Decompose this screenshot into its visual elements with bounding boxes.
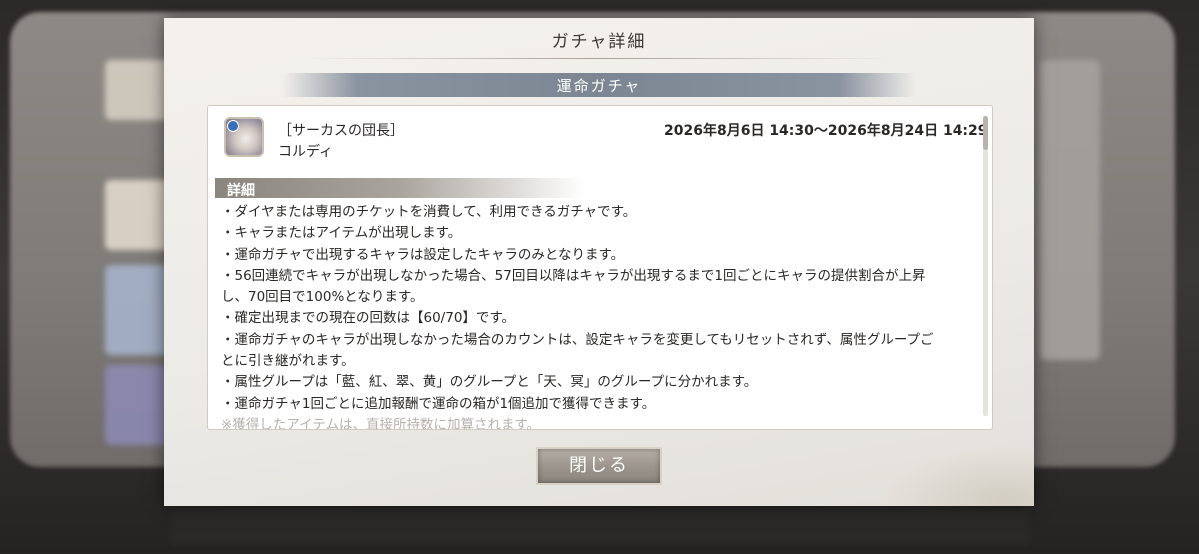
character-name: コルディ bbox=[278, 144, 334, 160]
background-nav-bar bbox=[170, 505, 1030, 545]
detail-line: ・運命ガチャで出現するキャラは設定したキャラのみとなります。 bbox=[221, 246, 625, 263]
attribute-badge-icon bbox=[227, 120, 239, 132]
character-portrait bbox=[224, 117, 264, 157]
detail-line: ・ダイヤまたは専用のチケットを消費して、利用できるガチャです。 bbox=[221, 204, 637, 220]
dialog-title: ガチャ詳細 bbox=[551, 32, 647, 52]
title-divider bbox=[304, 58, 894, 59]
detail-text: ・ダイヤまたは専用のチケットを消費して、利用できるガチャです。 ・キャラまたはア… bbox=[221, 202, 966, 430]
detail-line: ・キャラまたはアイテムが出現します。 bbox=[221, 225, 462, 242]
background-card bbox=[1040, 60, 1100, 360]
scrollbar[interactable] bbox=[983, 116, 988, 416]
detail-line: ※獲得したアイテムは、直接所持数に加算されます。 bbox=[221, 416, 541, 430]
detail-line: ・56回連続でキャラが出現しなかった場合、57回目以降はキャラが出現するまで1回… bbox=[221, 267, 926, 284]
detail-section-label: 詳細 bbox=[227, 183, 255, 199]
detail-line: し、70回目で100%となります。 bbox=[221, 289, 424, 306]
scrollbar-thumb[interactable] bbox=[983, 116, 988, 150]
gacha-name-label: 運命ガチャ bbox=[556, 77, 642, 95]
detail-section-header: 詳細 bbox=[215, 178, 585, 199]
gacha-detail-dialog: ガチャ詳細 運命ガチャ ［サーカスの団長］ コルディ 2026年8月6日 14:… bbox=[164, 18, 1034, 506]
detail-line: とに引き継がれます。 bbox=[221, 353, 355, 370]
detail-line: ・運命ガチャ1回ごとに追加報酬で運命の箱が1個追加で獲得できます。 bbox=[221, 395, 656, 412]
character-title: ［サーカスの団長］ bbox=[278, 123, 404, 139]
detail-line: ・確定出現までの現在の回数は【60/70】です。 bbox=[221, 310, 516, 327]
gacha-period: 2026年8月6日 14:30〜2026年8月24日 14:29 bbox=[664, 123, 988, 139]
close-button[interactable]: 閉じる bbox=[536, 447, 662, 485]
detail-line: ・属性グループは「藍、紅、翠、黄」のグループと「天、冥」のグループに分かれます。 bbox=[221, 374, 758, 391]
detail-content-panel[interactable]: ［サーカスの団長］ コルディ 2026年8月6日 14:30〜2026年8月24… bbox=[207, 105, 993, 430]
detail-line: ・運命ガチャのキャラが出現しなかった場合のカウントは、設定キャラを変更してもリセ… bbox=[221, 331, 934, 348]
gacha-name-banner: 運命ガチャ bbox=[282, 73, 916, 97]
